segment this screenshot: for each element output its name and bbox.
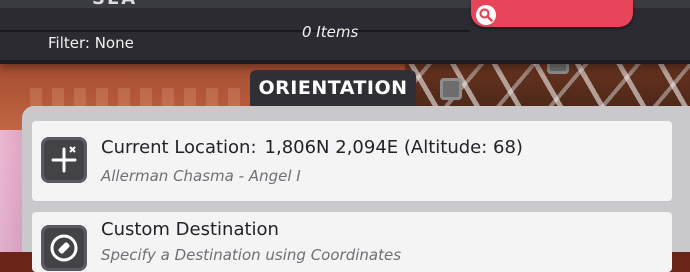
items-count: 0 Items [302,23,359,41]
top-divider [0,30,470,32]
top-bar: SEA Filter: None 0 Items [0,0,690,64]
current-location-card[interactable]: Current Location: 1,806N 2,094E (Altitude… [32,121,672,201]
custom-destination-card[interactable]: Custom Destination Specify a Destination… [32,212,672,272]
current-location-subtitle: Allerman Chasma - Angel I [101,167,301,185]
cut-off-title: SEA [92,0,137,9]
ceiling-bolt [440,78,462,100]
pin-compass-icon [41,225,87,271]
custom-destination-title: Custom Destination [101,219,279,240]
search-bar[interactable] [471,0,633,27]
current-location-label: Current Location: 1,806N 2,094E (Altitude… [101,137,523,158]
search-input[interactable] [501,3,625,25]
crosshair-compass-icon [41,137,87,183]
search-icon[interactable] [476,5,496,25]
custom-destination-subtitle: Specify a Destination using Coordinates [101,246,402,264]
current-location-value: 1,806N 2,094E (Altitude: 68) [264,137,523,158]
current-location-title: Current Location: [101,137,257,158]
section-title: ORIENTATION [250,70,416,106]
filter-label[interactable]: Filter: None [48,34,134,52]
